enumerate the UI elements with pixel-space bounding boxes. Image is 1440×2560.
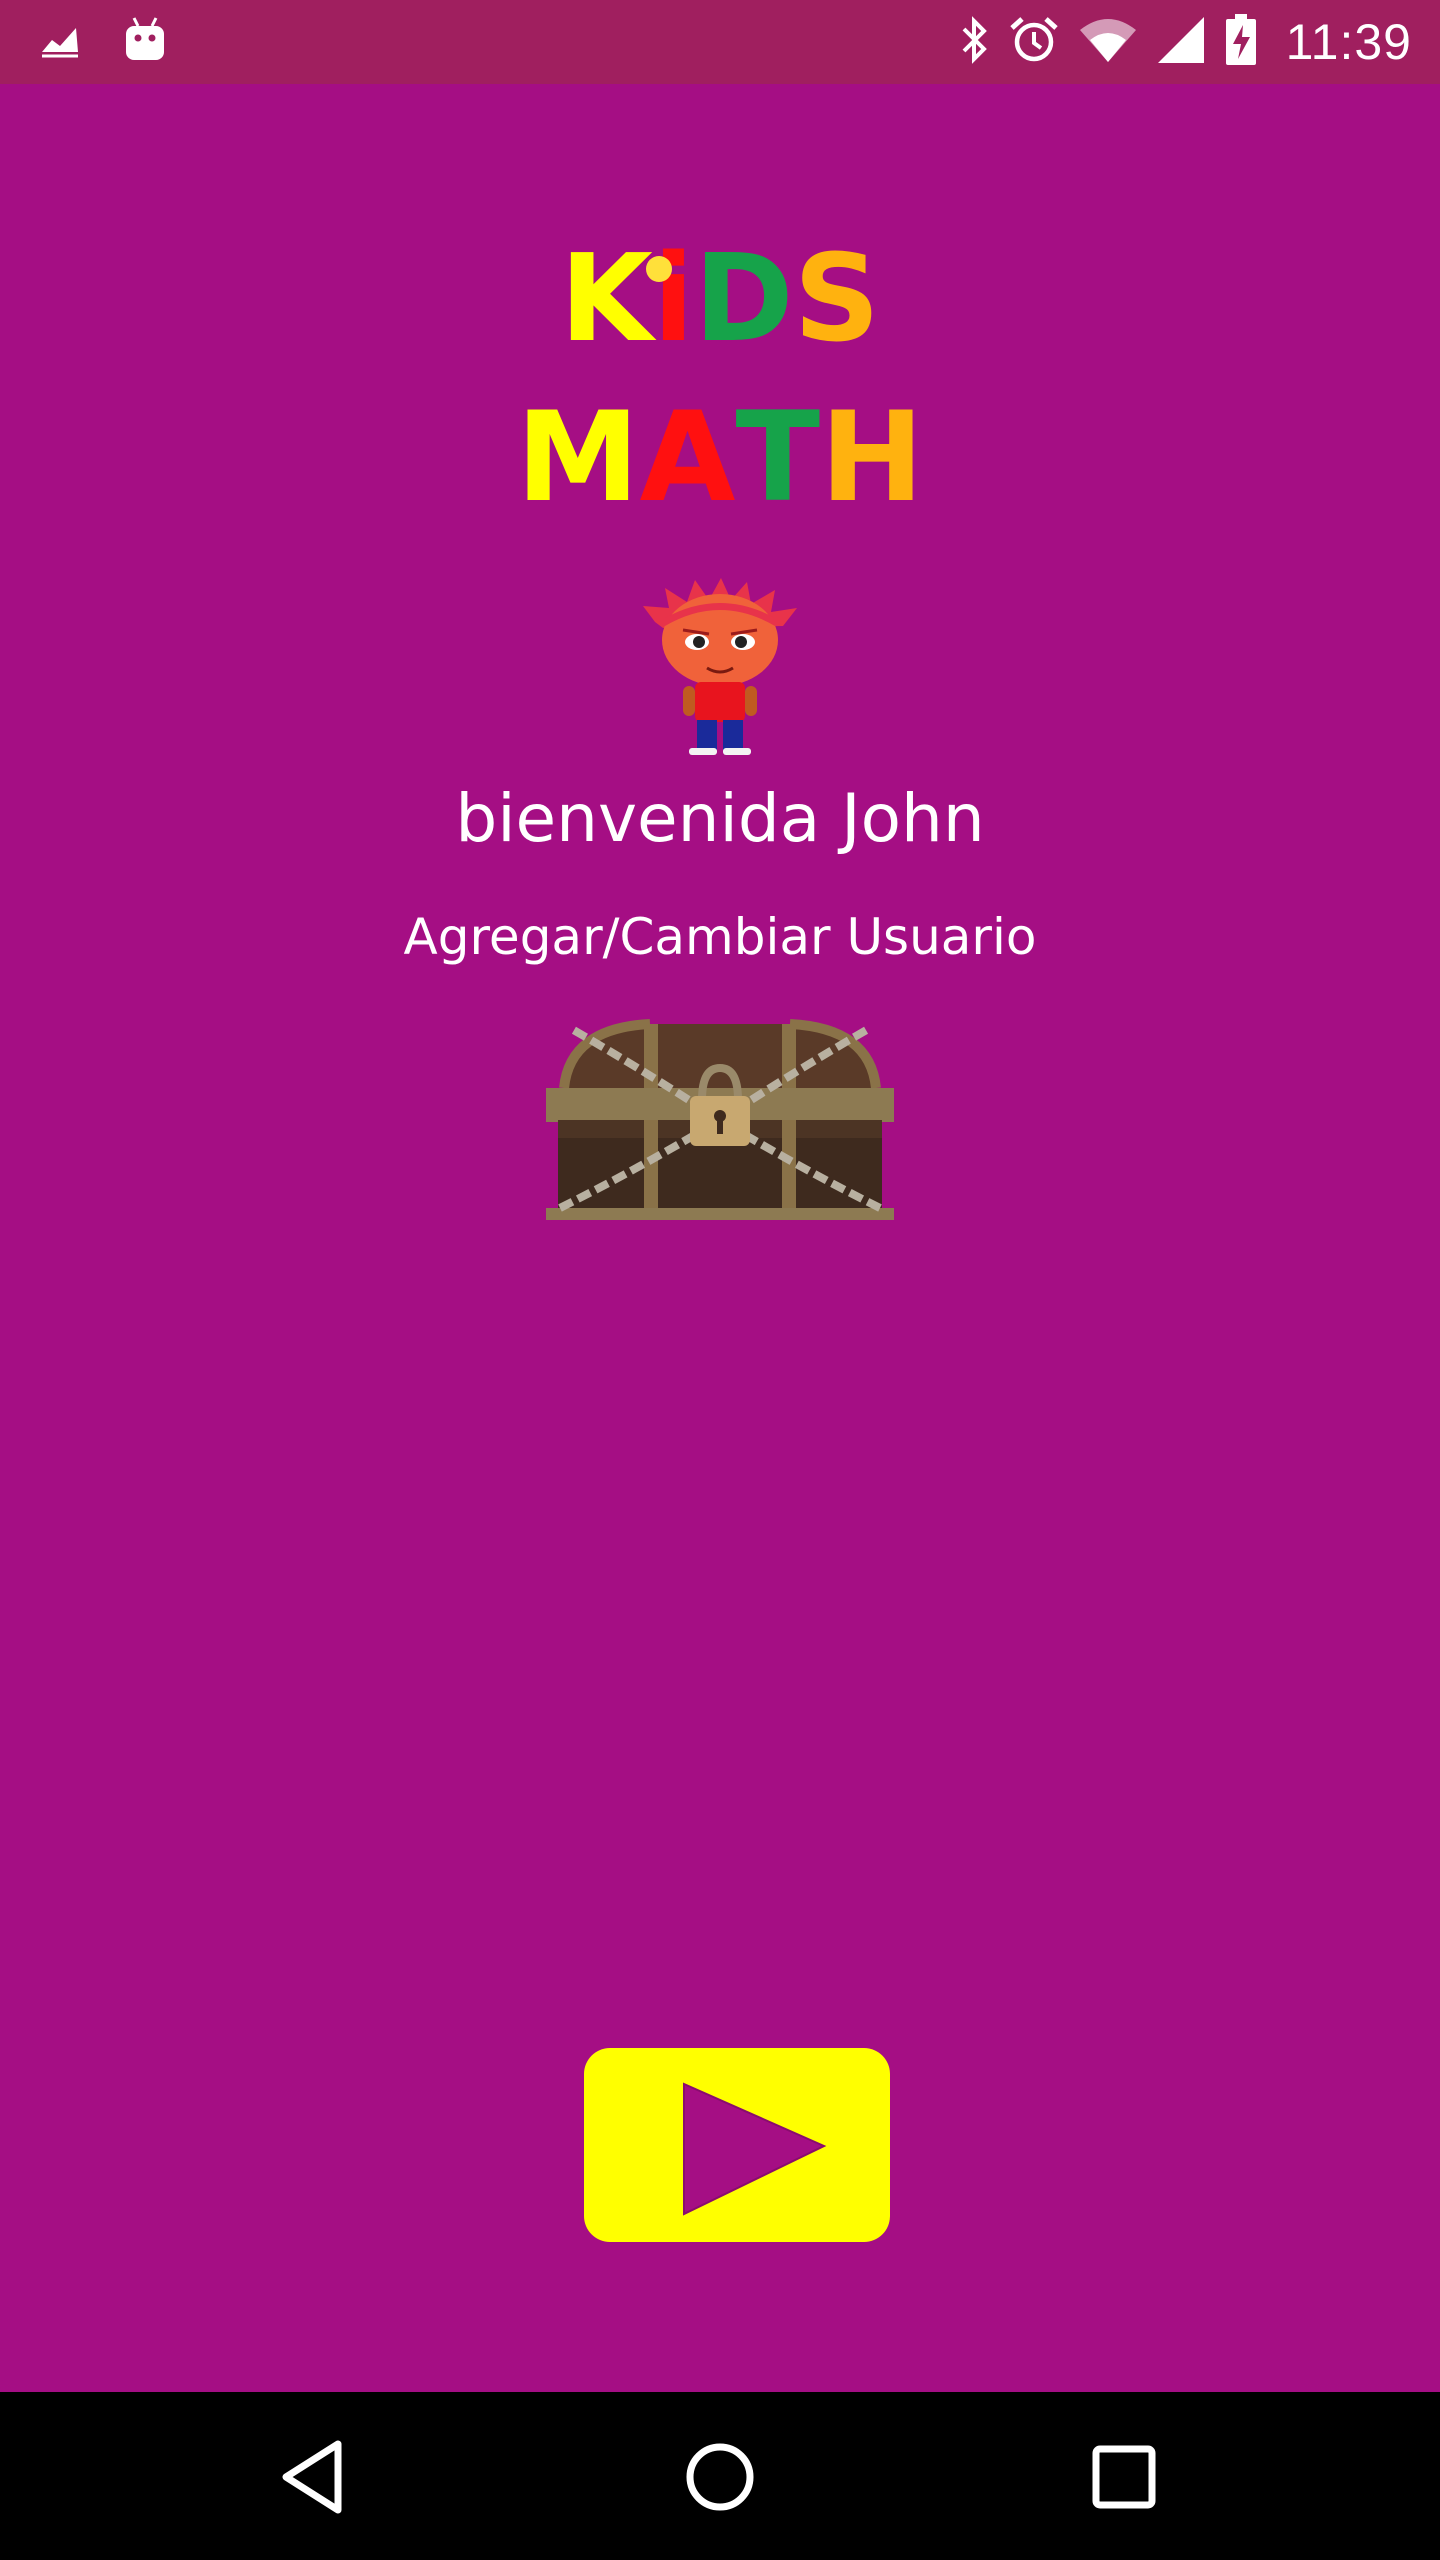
logo-math-word: MATH — [0, 396, 1440, 520]
smiley-icon — [645, 256, 672, 282]
add-change-user-link[interactable]: Agregar/Cambiar Usuario — [0, 908, 1440, 966]
logo-kids-word: KiDS — [560, 240, 880, 360]
app-screen: 11:39 KiDS MATH bienvenida John Agregar/… — [0, 0, 1440, 2560]
locked-treasure-chest-icon[interactable] — [540, 1008, 900, 1228]
back-triangle-icon[interactable] — [272, 2432, 362, 2522]
avatar — [635, 578, 805, 756]
signal-icon — [1156, 15, 1206, 70]
wifi-icon — [1078, 16, 1138, 69]
logo-letter: H — [820, 386, 924, 530]
logo-letter: T — [735, 386, 821, 530]
logo-letter: D — [694, 230, 794, 369]
logo-letter: A — [639, 386, 736, 530]
recents-square-icon[interactable] — [1079, 2432, 1169, 2522]
logo-letter: S — [793, 230, 881, 369]
logo-letter: K — [559, 230, 653, 369]
status-time: 11:39 — [1285, 14, 1412, 70]
android-icon — [124, 16, 166, 69]
alarm-icon — [1008, 14, 1060, 71]
battery-charging-icon — [1224, 13, 1258, 72]
play-icon — [683, 2082, 827, 2216]
bluetooth-icon — [958, 15, 990, 70]
navigation-bar — [0, 2392, 1440, 2560]
kids-math-logo: KiDS MATH — [0, 240, 1440, 521]
logo-letter: M — [516, 386, 640, 530]
chart-icon — [40, 22, 80, 63]
play-button[interactable] — [584, 2048, 890, 2242]
status-bar: 11:39 — [0, 0, 1440, 84]
home-circle-icon[interactable] — [675, 2432, 765, 2522]
welcome-text: bienvenida John — [455, 780, 985, 857]
